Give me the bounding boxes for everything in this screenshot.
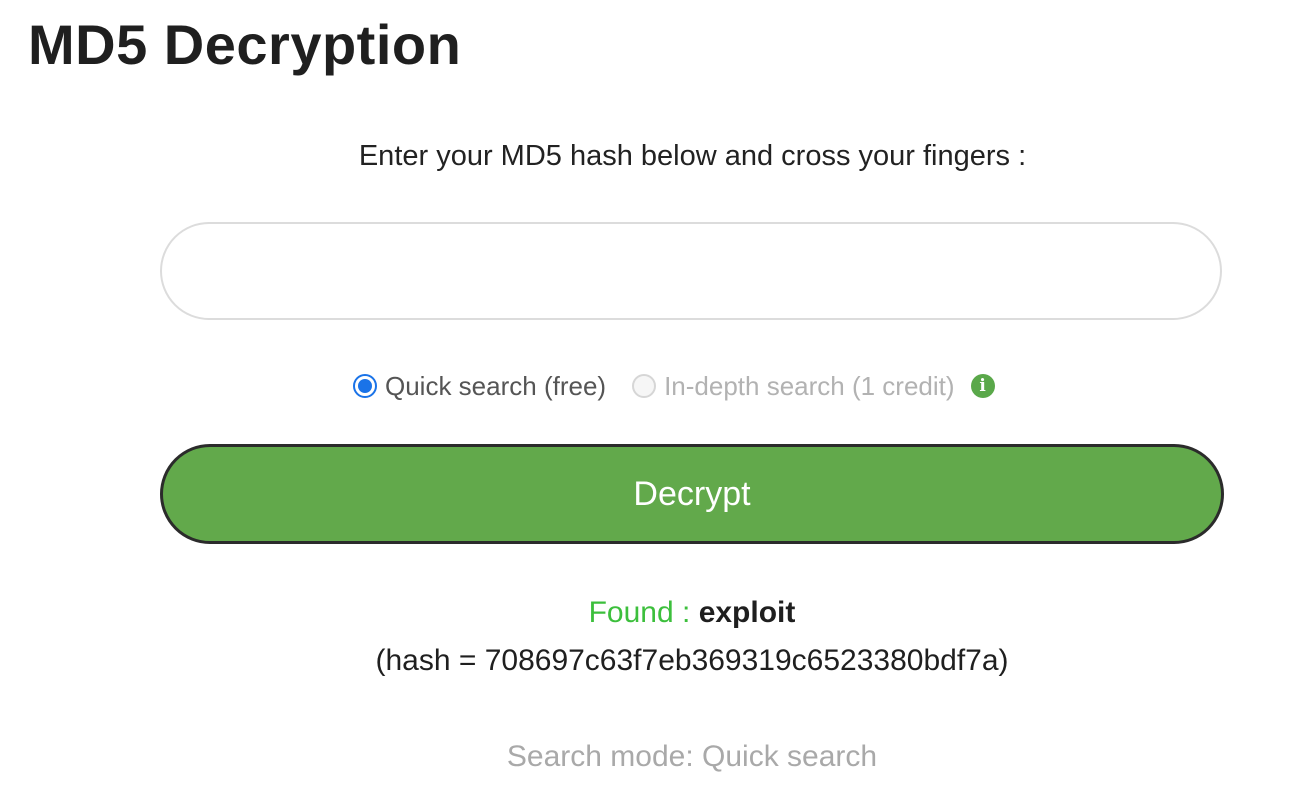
quick-search-radio[interactable]: [353, 374, 377, 398]
result-found: Found : exploit: [0, 596, 1310, 630]
in-depth-search-radio: [632, 374, 657, 398]
md5-decryption-page: MD5 Decryption Enter your MD5 hash below…: [0, 0, 1310, 794]
hash-input[interactable]: [160, 222, 1222, 320]
quick-search-label[interactable]: Quick search (free): [385, 371, 606, 402]
result-hash: (hash = 708697c63f7eb369319c6523380bdf7a…: [375, 644, 1009, 677]
search-mode-text: Search mode: Quick search: [506, 740, 878, 773]
search-mode-options: Quick search (free) In-depth search (1 c…: [353, 368, 995, 404]
info-circle-icon[interactable]: i: [970, 374, 995, 398]
instruction-text: Enter your MD5 hash below and cross your…: [358, 140, 1027, 172]
found-value: exploit: [698, 596, 796, 629]
found-label: Found :: [588, 596, 691, 629]
decrypt-button[interactable]: Decrypt: [160, 444, 1224, 544]
page-title: MD5 Decryption: [28, 13, 462, 76]
in-depth-search-label: In-depth search (1 credit): [664, 370, 955, 401]
